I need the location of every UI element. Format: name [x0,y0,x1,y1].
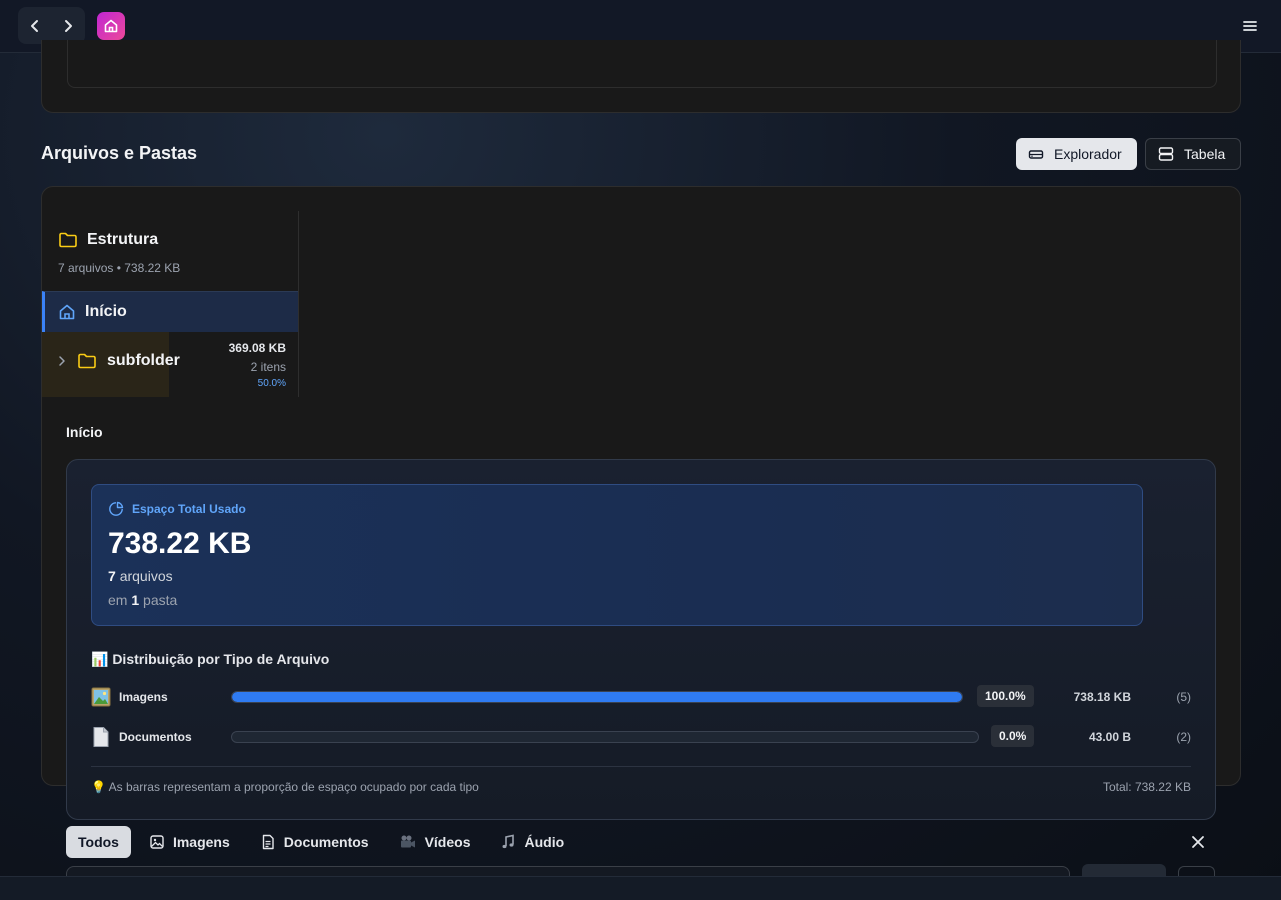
file-text-icon [262,834,274,850]
table-view-button[interactable]: Tabela [1145,138,1241,170]
tab-audio[interactable]: Áudio [488,826,576,858]
document-file-icon [93,727,109,747]
distribution-row-images-name: Imagens [119,690,168,704]
images-percent: 100.0% [977,685,1034,707]
secondary-button[interactable] [1178,866,1215,876]
server-icon [1158,147,1174,161]
tab-documents-label: Documentos [283,834,369,850]
folder-icon [59,232,77,248]
current-folder-title: Início [66,424,103,440]
tree-meta: 7 arquivos • 738.22 KB [58,261,181,275]
stats-divider [91,766,1191,767]
subfolder-count: 2 itens [250,360,286,374]
files-count: 7 [108,568,116,584]
distribution-title: 📊 Distribuição por Tipo de Arquivo [91,651,330,667]
pie-chart-icon [109,501,124,516]
home-app-button[interactable] [97,12,125,40]
distribution-row-images: Imagens 100.0% 738.18 KB (5) [91,685,1191,709]
images-count: (5) [1176,690,1191,704]
total-space-box: Espaço Total Usado 738.22 KB 7 arquivos … [91,484,1143,626]
home-icon [104,19,118,33]
search-input[interactable] [66,866,1070,876]
action-button[interactable] [1082,864,1166,876]
tab-images-label: Imagens [172,834,230,850]
section-title: Arquivos e Pastas [41,143,198,163]
subfolder-size: 369.08 KB [228,341,286,355]
subfolder-name: subfolder [107,352,180,369]
tree-title-text: Estrutura [87,231,159,248]
chevron-right-icon[interactable] [57,355,67,367]
tab-videos-label: Vídeos [424,834,471,850]
tab-all[interactable]: Todos [66,826,131,858]
previous-card-inner [67,40,1217,88]
hamburger-menu-icon[interactable] [1241,17,1259,35]
folders-prefix: em [108,592,128,608]
files-word: arquivos [119,568,173,584]
bottom-bar [0,876,1281,900]
tab-images[interactable]: Imagens [137,826,242,858]
distribution-row-documents: Documentos 0.0% 43.00 B (2) [91,725,1191,749]
subfolder-stats: 369.08 KB 2 itens 50.0% [229,341,286,389]
images-progress-track [231,691,963,703]
video-camera-icon [400,835,415,848]
footer-total: Total: 738.22 KB [1102,780,1191,794]
tab-audio-label: Áudio [524,834,565,850]
image-file-icon [91,687,111,707]
documents-count: (2) [1176,730,1191,744]
tab-videos[interactable]: Vídeos [387,826,483,858]
home-icon [59,304,75,320]
tree-item-home[interactable]: Início [42,291,298,332]
previous-card [41,40,1241,113]
music-note-icon [502,834,515,849]
table-view-label: Tabela [1184,146,1226,162]
file-type-filter-tabs: Todos Imagens Documentos Vídeos Áudio [66,826,582,858]
total-files: 7 arquivos [108,568,173,584]
close-icon[interactable] [1190,834,1206,850]
total-folders: em 1 pasta [108,592,177,608]
forward-button[interactable] [51,7,84,44]
total-space-label-text: Espaço Total Usado [132,502,246,516]
tab-documents[interactable]: Documentos [248,826,381,858]
total-space-value: 738.22 KB [108,527,252,560]
storage-stats-panel: Espaço Total Usado 738.22 KB 7 arquivos … [66,459,1216,820]
chevron-left-icon [30,19,38,32]
chevron-right-icon [64,19,72,32]
nav-button-group [18,7,85,44]
tree-item-home-label: Início [85,303,127,320]
hard-drive-icon [1028,150,1044,159]
total-space-label: Espaço Total Usado [108,501,246,517]
images-size: 738.18 KB [1073,690,1131,704]
documents-size: 43.00 B [1088,730,1131,744]
explorer-view-button[interactable]: Explorador [1016,138,1137,170]
folder-tree: Estrutura 7 arquivos • 738.22 KB Início … [42,211,299,397]
back-button[interactable] [18,7,51,44]
images-progress-fill [232,692,962,702]
folder-icon [78,353,96,369]
tree-header: Estrutura 7 arquivos • 738.22 KB [58,231,180,275]
distribution-hint: 💡 As barras representam a proporção de e… [91,780,479,794]
subfolder-percent: 50.0% [257,378,286,389]
explorer-view-label: Explorador [1054,146,1122,162]
tree-item-subfolder[interactable]: subfolder 369.08 KB 2 itens 50.0% [42,332,298,397]
image-icon [150,835,164,849]
distribution-row-documents-name: Documentos [119,730,192,744]
folders-word: pasta [143,592,178,608]
tab-all-label: Todos [78,834,119,850]
documents-progress-track [231,731,979,743]
subfolder-left: subfolder [57,352,180,370]
tree-title: Estrutura [58,231,180,249]
documents-percent: 0.0% [991,725,1035,747]
folders-count: 1 [131,592,140,608]
